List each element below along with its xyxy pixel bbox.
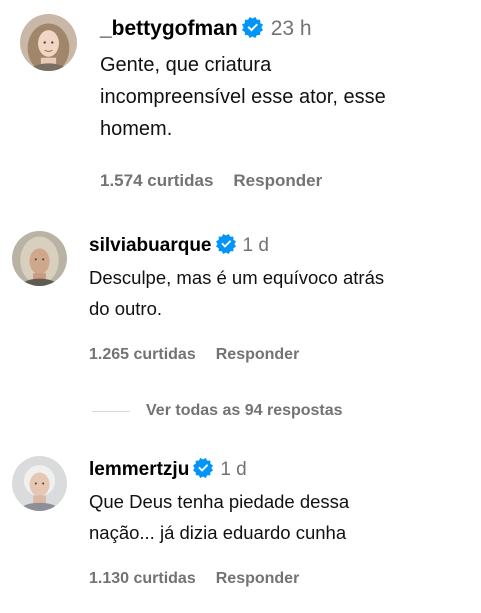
username-link[interactable]: lemmertzju: [89, 459, 189, 480]
comment-text: Desculpe, mas é um equívoco atrás do out…: [89, 267, 385, 319]
comment-header: lemmertzju 1 d: [89, 458, 474, 480]
verified-badge-icon: [241, 16, 263, 38]
likes-count[interactable]: 1.265 curtidas: [89, 346, 196, 363]
view-replies-button[interactable]: Ver todas as 94 respostas: [92, 396, 343, 426]
comment-header: silviabuarque 1 d: [89, 234, 474, 256]
comment-time[interactable]: 1 d: [220, 459, 246, 480]
comment-actions: 1.265 curtidas Responder: [89, 346, 299, 364]
comment-time[interactable]: 1 d: [243, 235, 269, 256]
reply-button[interactable]: Responder: [233, 171, 322, 190]
username-link[interactable]: _bettygofman: [100, 17, 238, 40]
comment-body: silviabuarque 1 d Desculpe, mas é um equí…: [89, 234, 474, 324]
view-replies-divider: [92, 410, 130, 412]
likes-count[interactable]: 1.130 curtidas: [89, 570, 196, 587]
comment-header: _bettygofman 23 h: [100, 16, 470, 40]
avatar-image: [12, 231, 67, 286]
avatar-image: [12, 456, 67, 511]
comment-actions: 1.574 curtidas Responder: [100, 171, 322, 191]
reply-button[interactable]: Responder: [216, 570, 300, 587]
comment-actions: 1.130 curtidas Responder: [89, 570, 299, 588]
verified-badge-icon: [193, 458, 214, 478]
avatar[interactable]: [12, 231, 67, 286]
verified-badge-icon: [215, 234, 236, 254]
username-link[interactable]: silviabuarque: [89, 235, 212, 256]
reply-button[interactable]: Responder: [216, 346, 300, 363]
avatar[interactable]: [12, 456, 67, 511]
comment-text: Gente, que criatura incompreensível esse…: [100, 53, 386, 140]
comment-body: _bettygofman 23 h Gente, que criatura inc…: [100, 16, 470, 145]
likes-count[interactable]: 1.574 curtidas: [100, 171, 213, 190]
avatar-image: [20, 14, 77, 71]
comment-body: lemmertzju 1 d Que Deus tenha piedade des…: [89, 458, 474, 548]
comment-text: Que Deus tenha piedade dessa nação... já…: [89, 491, 350, 543]
view-replies-label: Ver todas as 94 respostas: [146, 402, 343, 419]
avatar[interactable]: [20, 14, 77, 71]
comment-time[interactable]: 23 h: [271, 17, 312, 40]
